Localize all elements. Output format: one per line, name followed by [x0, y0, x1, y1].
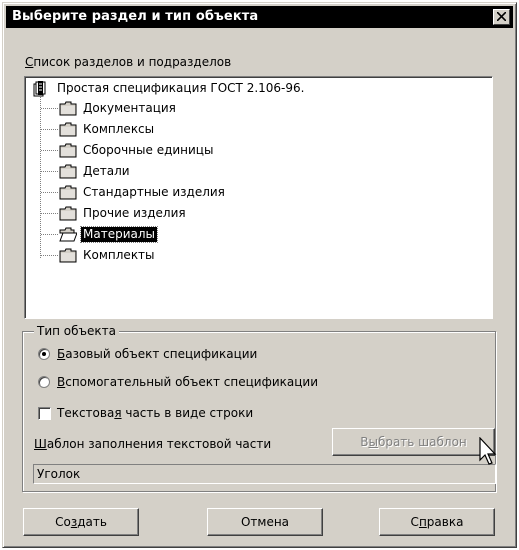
auxiliary-object-radio-label[interactable]: Вспомогательный объект спецификации: [57, 375, 318, 389]
auxiliary-object-radio[interactable]: [38, 376, 50, 388]
tree-item-label: Стандартные изделия: [83, 185, 225, 199]
close-button[interactable]: [493, 9, 510, 25]
template-value-field: Уголок: [33, 464, 496, 484]
help-pre: С: [410, 515, 419, 529]
auxiliary-object-accel: В: [57, 375, 66, 389]
tree-root-label: Простая спецификация ГОСТ 2.106-96.: [57, 81, 305, 95]
auxiliary-object-text: спомогательный объект спецификации: [65, 375, 318, 389]
tree-item-complexes[interactable]: Комплексы: [59, 121, 309, 139]
text-as-line-label[interactable]: Текстовая часть в виде строки: [57, 406, 253, 420]
tree-item-parts[interactable]: Детали: [59, 163, 309, 181]
create-button[interactable]: Создать: [23, 508, 139, 536]
tree-item-kits[interactable]: Комплекты: [59, 247, 309, 265]
cancel-button[interactable]: Отмена: [207, 508, 323, 536]
folder-icon: [59, 185, 77, 203]
close-icon: [497, 12, 506, 21]
text-as-line-accel: я: [114, 406, 122, 420]
dialog-title: Выберите раздел и тип объекта: [12, 9, 259, 24]
choose-template-post: брать шаблон: [377, 435, 467, 449]
tree-item-documentation[interactable]: Документация: [59, 100, 309, 118]
base-object-text: азовый объект спецификации: [65, 347, 258, 361]
tree-item-label: Материалы: [80, 226, 158, 243]
choose-template-button[interactable]: Выбрать шаблон: [332, 428, 495, 456]
base-object-radio-label[interactable]: Базовый объект спецификации: [57, 347, 257, 361]
tree-item-label: Сборочные единицы: [83, 143, 214, 157]
template-label: Шаблон заполнения текстовой части: [34, 437, 271, 451]
tree-item-label: Комплексы: [83, 122, 155, 136]
mouse-pointer-icon: [479, 437, 497, 465]
tree-item-label: Комплекты: [83, 248, 155, 262]
tree-section-label: Список разделов и подразделов: [25, 55, 231, 69]
text-as-line-post: часть в виде строки: [121, 406, 254, 420]
tree-root-node[interactable]: Простая спецификация ГОСТ 2.106-96.: [33, 80, 353, 98]
folder-icon: [59, 143, 77, 161]
choose-template-accel: ы: [368, 435, 378, 449]
tree-item-other-products[interactable]: Прочие изделия: [59, 205, 309, 223]
tree-item-materials[interactable]: Материалы: [59, 226, 309, 244]
template-label-text: аблон заполнения текстовой части: [46, 437, 272, 451]
folder-icon: [59, 206, 77, 224]
radio-selected-dot: [42, 352, 46, 356]
base-object-radio[interactable]: [38, 348, 50, 360]
text-as-line-checkbox[interactable]: [38, 407, 51, 420]
folder-icon: [59, 248, 77, 266]
base-object-accel: Б: [57, 347, 66, 361]
help-accel: п: [418, 515, 427, 529]
folder-icon: [59, 122, 77, 140]
object-type-group-label: Тип объекта: [34, 324, 119, 338]
create-post: дать: [77, 515, 107, 529]
template-label-accel: Ш: [34, 437, 47, 451]
folder-icon: [59, 101, 77, 119]
tree-item-label: Прочие изделия: [83, 206, 186, 220]
folder-icon: [59, 164, 77, 182]
open-folder-icon: [59, 227, 78, 245]
tree-item-standard-products[interactable]: Стандартные изделия: [59, 184, 309, 202]
section-tree[interactable]: Простая спецификация ГОСТ 2.106-96. Доку…: [24, 76, 493, 319]
tree-item-label: Детали: [83, 164, 130, 178]
document-stack-icon: [33, 81, 49, 100]
text-as-line-pre: Текстова: [57, 406, 115, 420]
help-button[interactable]: Справка: [379, 508, 495, 536]
tree-label-rest: писок разделов и подразделов: [33, 55, 232, 69]
create-pre: Со: [55, 515, 71, 529]
tree-item-assembly-units[interactable]: Сборочные единицы: [59, 142, 309, 160]
tree-item-label: Документация: [83, 101, 176, 115]
help-post: равка: [426, 515, 464, 529]
title-bar[interactable]: Выберите раздел и тип объекта: [6, 6, 513, 28]
